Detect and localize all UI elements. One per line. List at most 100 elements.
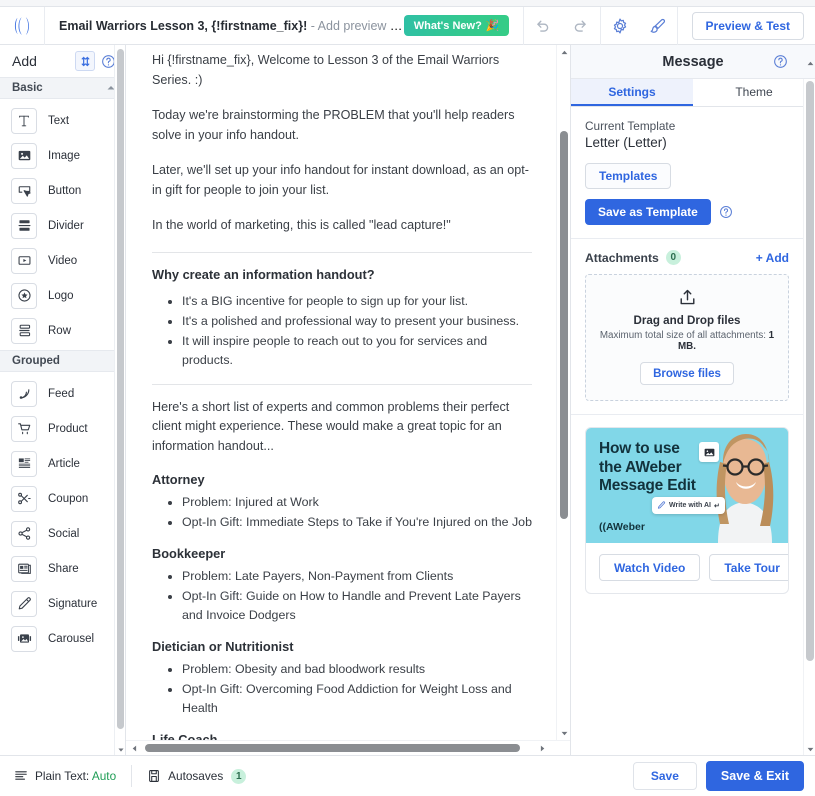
editor-vertical-scroll-thumb[interactable]	[560, 131, 568, 519]
panel-scroll-up-arrow[interactable]	[804, 57, 815, 69]
sidebar-item-coupon-label: Coupon	[48, 492, 89, 505]
history-controls	[524, 11, 600, 41]
share-nodes-icon	[11, 520, 37, 547]
sidebar-item-video[interactable]: Video	[0, 243, 125, 278]
list-item[interactable]: Problem: Injured at Work	[182, 493, 532, 512]
email-body[interactable]: Hi {!firstname_fix}, Welcome to Lesson 3…	[152, 45, 532, 740]
email-bullet-list[interactable]: Problem: Injured at Work Opt-In Gift: Im…	[152, 493, 532, 532]
add-preview-text-link[interactable]: Add preview text	[318, 19, 404, 33]
sidebar-scrollbar[interactable]	[114, 45, 125, 755]
list-item[interactable]: Problem: Obesity and bad bloodwork resul…	[182, 660, 532, 679]
section-heading[interactable]: Attorney	[152, 472, 532, 487]
sidebar-item-social[interactable]: Social	[0, 516, 125, 551]
help-circle-icon[interactable]	[719, 205, 733, 219]
list-item[interactable]: Problem: Late Payers, Non-Payment from C…	[182, 567, 532, 586]
sidebar-group-grouped[interactable]: Grouped	[0, 350, 125, 372]
plain-text-control[interactable]: Plain Text: Auto	[14, 769, 116, 783]
editor-tools	[601, 11, 677, 41]
sidebar-group-basic[interactable]: Basic	[0, 77, 125, 99]
sidebar-item-row[interactable]: Row	[0, 313, 125, 348]
sidebar-item-video-label: Video	[48, 254, 78, 267]
editor-scroll-left-arrow[interactable]	[127, 741, 142, 755]
section-heading[interactable]: Dietician or Nutritionist	[152, 639, 532, 654]
message-title[interactable]: Email Warriors Lesson 3, {!firstname_fix…	[45, 19, 404, 33]
editor-horizontal-scrollbar[interactable]	[126, 740, 570, 755]
email-section-attorney[interactable]: Attorney Problem: Injured at Work Opt-In…	[152, 472, 532, 532]
panel-title: Message	[662, 53, 724, 70]
promo-thumbnail[interactable]: How to use the AWeber Message Editor Wri…	[586, 428, 788, 543]
list-item[interactable]: It will inspire people to reach out to y…	[182, 332, 532, 370]
list-item[interactable]: It's a BIG incentive for people to sign …	[182, 292, 532, 311]
sidebar-header: Add	[0, 45, 125, 77]
email-section-bookkeeper[interactable]: Bookkeeper Problem: Late Payers, Non-Pay…	[152, 546, 532, 625]
aweber-brand-label: ((AWeber	[599, 521, 645, 533]
sidebar-item-feed[interactable]: Feed	[0, 376, 125, 411]
sort-icon[interactable]	[75, 51, 95, 71]
tab-settings[interactable]: Settings	[571, 79, 693, 106]
sidebar-scroll-down-arrow[interactable]	[115, 744, 125, 755]
editor-scroll-down-arrow[interactable]	[557, 726, 570, 740]
email-paragraph-intro-list[interactable]: Here's a short list of experts and commo…	[152, 398, 532, 457]
preview-and-test-button[interactable]: Preview & Test	[691, 11, 804, 40]
sidebar-scroll-thumb[interactable]	[117, 49, 124, 729]
take-tour-button[interactable]: Take Tour	[709, 554, 788, 581]
save-button[interactable]: Save	[632, 762, 697, 790]
section-heading[interactable]: Life Coach	[152, 732, 532, 740]
sidebar-item-logo[interactable]: Logo	[0, 278, 125, 313]
save-and-exit-button[interactable]: Save & Exit	[705, 761, 804, 791]
templates-button[interactable]: Templates	[585, 163, 672, 189]
sidebar-item-carousel[interactable]: Carousel	[0, 621, 125, 656]
aweber-logo-icon[interactable]	[0, 6, 45, 45]
panel-scroll-thumb[interactable]	[806, 81, 814, 661]
sidebar-item-share[interactable]: Share	[0, 551, 125, 586]
editor-horizontal-scroll-thumb[interactable]	[145, 744, 520, 752]
undo-icon[interactable]	[528, 11, 558, 41]
section-heading[interactable]: Bookkeeper	[152, 546, 532, 561]
email-heading-why[interactable]: Why create an information handout?	[152, 266, 532, 283]
sidebar-item-coupon[interactable]: Coupon	[0, 481, 125, 516]
sidebar-item-signature[interactable]: Signature	[0, 586, 125, 621]
editor-scroll-right-arrow[interactable]	[535, 741, 550, 755]
list-item[interactable]: Opt-In Gift: Guide on How to Handle and …	[182, 587, 532, 625]
list-item[interactable]: It's a polished and professional way to …	[182, 312, 532, 331]
paint-brush-icon[interactable]	[643, 11, 673, 41]
sidebar-item-product[interactable]: Product	[0, 411, 125, 446]
autosaves-control[interactable]: Autosaves 1	[147, 768, 247, 784]
redo-icon[interactable]	[566, 11, 596, 41]
bottom-divider	[131, 765, 133, 787]
sidebar-item-article[interactable]: Article	[0, 446, 125, 481]
tab-theme[interactable]: Theme	[693, 79, 815, 106]
attachments-dropzone[interactable]: Drag and Drop files Maximum total size o…	[585, 274, 789, 401]
email-editor-canvas[interactable]: Hi {!firstname_fix}, Welcome to Lesson 3…	[126, 45, 570, 755]
email-section-dietician[interactable]: Dietician or Nutritionist Problem: Obesi…	[152, 639, 532, 718]
sidebar-item-button-label: Button	[48, 184, 82, 197]
sidebar-item-text[interactable]: Text	[0, 103, 125, 138]
panel-scroll-down-arrow[interactable]	[804, 743, 815, 755]
browse-files-button[interactable]: Browse files	[640, 362, 734, 385]
gear-icon[interactable]	[605, 11, 635, 41]
email-bullet-list[interactable]: Problem: Obesity and bad bloodwork resul…	[152, 660, 532, 718]
email-bullet-list[interactable]: It's a BIG incentive for people to sign …	[152, 292, 532, 370]
list-item[interactable]: Opt-In Gift: Immediate Steps to Take if …	[182, 513, 532, 532]
video-icon	[11, 247, 37, 274]
sidebar-item-divider[interactable]: Divider	[0, 208, 125, 243]
email-section-life-coach[interactable]: Life Coach Problem: Stuck in a dead-end …	[152, 732, 532, 740]
email-paragraph[interactable]: Later, we'll set up your info handout fo…	[152, 161, 532, 200]
save-as-template-button[interactable]: Save as Template	[585, 199, 711, 225]
whats-new-badge[interactable]: What's New? 🎉	[403, 15, 509, 36]
email-paragraph[interactable]: Hi {!firstname_fix}, Welcome to Lesson 3…	[152, 51, 532, 90]
editor-vertical-scrollbar[interactable]	[556, 45, 570, 740]
editor-scroll-up-arrow[interactable]	[557, 45, 570, 59]
sidebar-item-button[interactable]: Button	[0, 173, 125, 208]
write-with-ai-chip: Write with AI ↵	[652, 497, 725, 514]
email-content[interactable]: Hi {!firstname_fix}, Welcome to Lesson 3…	[126, 45, 556, 740]
help-circle-icon[interactable]	[773, 54, 788, 74]
email-paragraph[interactable]: In the world of marketing, this is calle…	[152, 216, 532, 236]
email-paragraph[interactable]: Today we're brainstorming the PROBLEM th…	[152, 106, 532, 145]
list-item[interactable]: Opt-In Gift: Overcoming Food Addiction f…	[182, 680, 532, 718]
panel-scrollbar[interactable]	[803, 61, 815, 755]
sidebar-item-image[interactable]: Image	[0, 138, 125, 173]
add-attachment-button[interactable]: + Add	[756, 251, 789, 265]
email-bullet-list[interactable]: Problem: Late Payers, Non-Payment from C…	[152, 567, 532, 625]
watch-video-button[interactable]: Watch Video	[599, 554, 701, 581]
